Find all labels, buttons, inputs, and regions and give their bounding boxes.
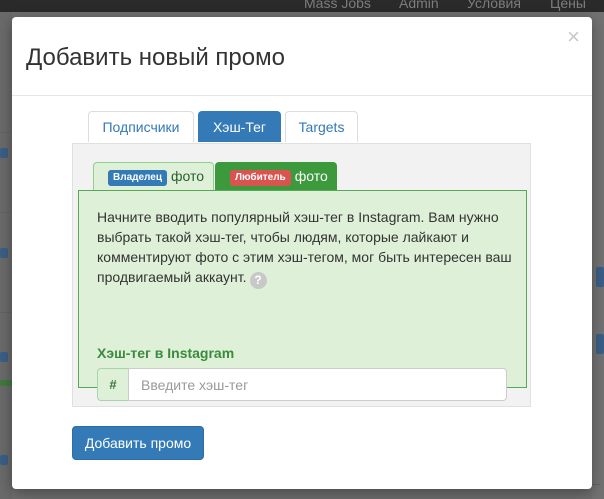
bg-mark bbox=[0, 352, 8, 362]
hashtag-tab-panel: Владелец фото Любитель фото Начните вводит… bbox=[72, 143, 531, 407]
tab-targets[interactable]: Targets bbox=[285, 111, 358, 142]
bg-divider bbox=[0, 312, 12, 313]
bg-nav-item: Admin bbox=[399, 0, 439, 11]
subtab-label: фото bbox=[170, 168, 205, 184]
bg-mark bbox=[0, 380, 12, 386]
hashtag-field-label: Хэш-тег в Instagram bbox=[97, 345, 235, 361]
bg-divider bbox=[0, 132, 12, 133]
modal-header: Добавить новый промо × bbox=[12, 17, 592, 96]
owner-badge: Владелец bbox=[108, 170, 167, 186]
hashtag-description: Начните вводить популярный хэш-тег в Ins… bbox=[97, 207, 515, 289]
bg-nav-item: Цены bbox=[550, 0, 586, 11]
add-promo-modal: Добавить новый промо × Подписчики Хэш-Те… bbox=[12, 17, 592, 489]
description-text: Начните вводить популярный хэш-тег в Ins… bbox=[97, 209, 512, 285]
background-navbar: Mass Jobs Admin Условия Цены bbox=[0, 0, 604, 12]
bg-nav-item: Условия bbox=[467, 0, 521, 11]
bg-divider bbox=[0, 212, 12, 213]
subtab-fan-photo[interactable]: Любитель фото bbox=[215, 162, 337, 190]
close-icon[interactable]: × bbox=[567, 26, 580, 48]
tab-subscribers[interactable]: Подписчики bbox=[88, 111, 194, 142]
hashtag-form-box: Начните вводить популярный хэш-тег в Ins… bbox=[78, 190, 527, 401]
subtab-owner-photo[interactable]: Владелец фото bbox=[93, 162, 214, 190]
bg-mark bbox=[0, 248, 8, 258]
hash-prefix-addon: # bbox=[97, 368, 128, 401]
tab-hashtag[interactable]: Хэш-Тег bbox=[198, 111, 281, 142]
bg-right-strip bbox=[592, 12, 604, 499]
help-icon[interactable]: ? bbox=[249, 272, 267, 289]
bg-mark bbox=[596, 267, 604, 287]
add-promo-button[interactable]: Добавить промо bbox=[72, 426, 204, 460]
bg-mark bbox=[0, 148, 8, 158]
bg-nav-item: Mass Jobs bbox=[304, 0, 371, 11]
subtab-label: фото bbox=[294, 168, 328, 184]
hashtag-input-group: # bbox=[97, 368, 507, 401]
bg-mark bbox=[0, 455, 8, 465]
bg-mark bbox=[596, 334, 604, 354]
modal-title: Добавить новый промо bbox=[26, 44, 285, 71]
fan-badge: Любитель bbox=[230, 170, 291, 186]
hashtag-input[interactable] bbox=[128, 368, 507, 401]
